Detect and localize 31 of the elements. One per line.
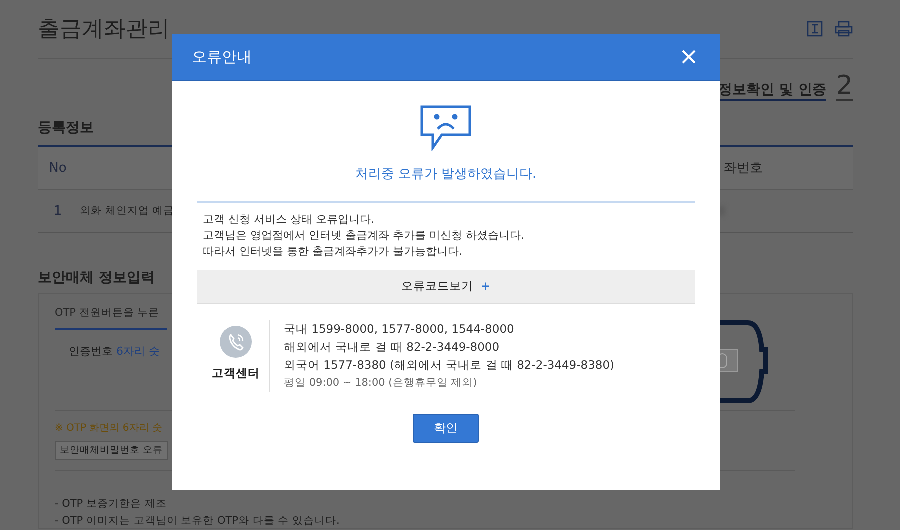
phone-icon [220, 326, 252, 358]
table-cell: 외화 체인지업 예금 [80, 204, 175, 218]
error-detail: 따라서 인터넷을 통한 출금계좌추가가 불가능합니다. [203, 244, 464, 260]
code-label: 인증번호 6자리 숫 [69, 344, 161, 359]
confirm-button[interactable]: 확인 [413, 414, 479, 443]
notice-text: ※ OTP 화면의 6자리 숫 [55, 422, 162, 435]
step-number: 2 [836, 73, 853, 101]
password-error-button[interactable]: 보안매체비밀번호 오류 [55, 441, 168, 460]
error-detail: 고객 신청 서비스 상태 오류입니다. [203, 212, 376, 228]
column-header: 좌번호 [724, 160, 763, 177]
dialog-title: 오류안내 [192, 48, 252, 66]
contact-label: 고객센터 [212, 366, 260, 381]
contact-info: 평일 09:00 ~ 18:00 (은행휴무일 제외) [284, 376, 478, 391]
table-cell-text: 1 [52, 204, 64, 218]
page-title: 출금계좌관리 [38, 16, 170, 44]
contact-info: 국내 1599-8000, 1577-8000, 1544-8000 [284, 321, 516, 338]
section-heading: 등록정보 [38, 119, 94, 137]
section-heading: 보안매체 정보입력 [38, 269, 155, 287]
error-code-toggle[interactable]: 오류코드보기 + [197, 270, 695, 304]
close-icon[interactable] [682, 50, 696, 64]
column-header: No [48, 160, 68, 176]
error-detail: 고객님은 영업점에서 인터넷 출금계좌 추가를 미신청 하셨습니다. [203, 228, 526, 244]
contact-info: 해외에서 국내로 걸 때 82-2-3449-8000 [284, 339, 501, 356]
otp-tab[interactable]: OTP 전원버튼을 누른 [55, 300, 167, 330]
note-text: - OTP 이미지는 고객님이 보유한 OTP와 다를 수 있습니다. [55, 514, 341, 528]
print-icon[interactable] [835, 21, 853, 37]
contact-info: 외국어 1577-8380 (해외에서 국내로 걸 때 82-2-3449-8380) [284, 357, 615, 374]
sad-speech-bubble-icon [420, 105, 472, 151]
note-text: - OTP 보증기한은 제조 [55, 497, 168, 511]
error-message: 처리중 오류가 발생하였습니다. [355, 166, 537, 183]
text-size-icon[interactable] [807, 21, 823, 37]
